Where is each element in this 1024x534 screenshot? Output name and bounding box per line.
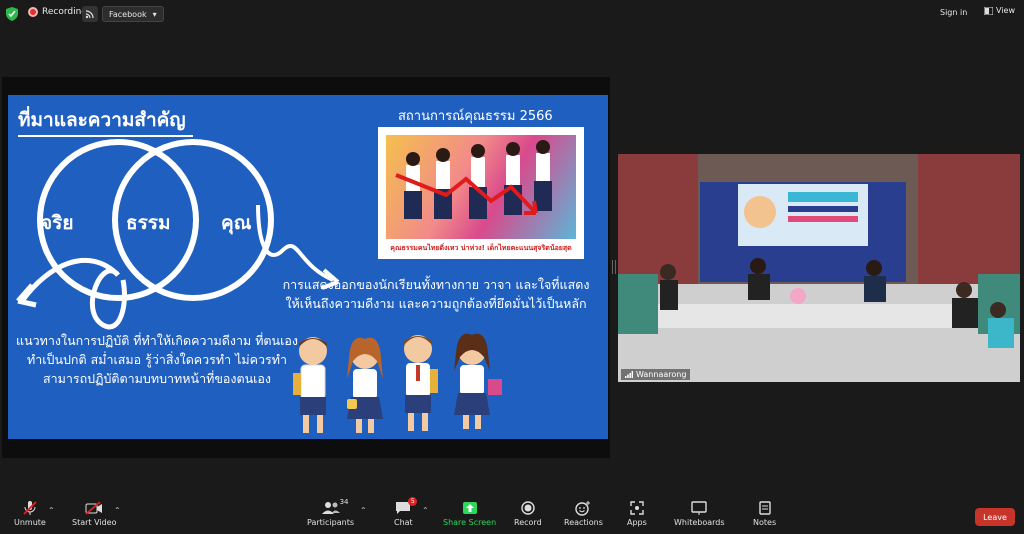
view-menu-button[interactable]: View: [984, 6, 1015, 15]
students-illustration: [293, 333, 502, 433]
top-bar: Recording Facebook ▾ Sign in View: [0, 0, 1024, 28]
chat-badge: 5: [408, 497, 418, 506]
record-dot-icon: [28, 7, 38, 17]
participants-icon: [321, 502, 340, 514]
sign-in-link[interactable]: Sign in: [940, 8, 967, 17]
broadcast-icon: [85, 10, 94, 19]
stream-target-dropdown[interactable]: Facebook ▾: [102, 6, 164, 22]
news-photo: [386, 135, 576, 239]
description-right: การแสดงออกของนักเรียนทั้งทางกาย วาจา และ…: [282, 277, 590, 311]
chat-label: Chat: [394, 518, 413, 527]
news-caption: คุณธรรมคนไทยดิ่งเหว น่าห่วง! เด็กไทยคะแน…: [390, 244, 572, 252]
participant-name-tag: Wannaarong: [621, 369, 691, 380]
whiteboards-button[interactable]: Whiteboards: [674, 500, 725, 527]
leave-button[interactable]: Leave: [975, 508, 1015, 526]
participants-button[interactable]: 34 Participants: [307, 498, 354, 527]
audio-options-caret-icon[interactable]: ⌃: [48, 506, 55, 515]
panel-resize-handle[interactable]: [612, 260, 616, 274]
muted-mic-icon: [23, 501, 37, 515]
whiteboard-icon: [691, 501, 707, 515]
share-screen-button[interactable]: Share Screen: [443, 500, 496, 527]
view-grid-icon: [984, 6, 993, 15]
caret-down-icon: ▾: [152, 9, 157, 19]
reactions-button[interactable]: Reactions: [564, 500, 603, 527]
shield-icon[interactable]: [6, 7, 18, 21]
news-card: คุณธรรมคนไทยดิ่งเหว น่าห่วง! เด็กไทยคะแน…: [378, 127, 584, 259]
view-label: View: [996, 6, 1015, 15]
apps-icon: [630, 501, 644, 515]
stream-target-label: Facebook: [109, 9, 147, 19]
shared-screen: ที่มาและความสำคัญ จริย ธรรม คุณ สถานการณ…: [2, 77, 610, 458]
record-icon: [521, 501, 535, 515]
start-video-label: Start Video: [72, 518, 117, 527]
unmute-label: Unmute: [14, 518, 46, 527]
video-options-caret-icon[interactable]: ⌃: [114, 506, 121, 515]
participants-caret-icon[interactable]: ⌃: [360, 506, 367, 515]
participants-count: 34: [339, 498, 349, 506]
chat-button[interactable]: 5 Chat: [394, 497, 418, 527]
record-label: Record: [514, 518, 542, 527]
venn-label-center: ธรรม: [126, 212, 171, 234]
notes-label: Notes: [753, 518, 777, 527]
arrow-left-curve: [19, 257, 127, 330]
live-stream-button[interactable]: [82, 6, 98, 22]
participant-video-tile[interactable]: Wannaarong: [618, 154, 1020, 382]
share-screen-icon: [462, 502, 477, 514]
reactions-smiley-icon: [575, 501, 591, 516]
reactions-label: Reactions: [564, 518, 603, 527]
unmute-button[interactable]: Unmute: [14, 500, 46, 527]
venn-label-left: จริย: [41, 212, 74, 234]
meeting-toolbar: Unmute ⌃ Start Video ⌃ 34 Participants ⌃…: [0, 496, 1024, 534]
start-video-button[interactable]: Start Video: [72, 500, 117, 527]
participant-name: Wannaarong: [636, 370, 687, 379]
participants-label: Participants: [307, 518, 354, 527]
share-screen-label: Share Screen: [443, 518, 497, 527]
notes-button[interactable]: Notes: [753, 500, 776, 527]
presentation-slide: ที่มาและความสำคัญ จริย ธรรม คุณ สถานการณ…: [8, 95, 608, 439]
venn-label-right: คุณ: [221, 212, 252, 234]
recording-label: Recording: [42, 7, 88, 17]
news-title: สถานการณ์คุณธรรม 2566: [398, 109, 553, 124]
record-button[interactable]: Record: [514, 500, 542, 527]
students-photo-image: [395, 140, 552, 219]
signal-bars-icon: [625, 371, 633, 378]
description-left: แนวทางในการปฏิบัติ ที่ทำให้เกิดความดีงาม…: [16, 333, 298, 386]
apps-label: Apps: [627, 518, 647, 527]
meeting-room-video: [618, 154, 1020, 382]
whiteboards-label: Whiteboards: [674, 518, 725, 527]
chat-caret-icon[interactable]: ⌃: [422, 506, 429, 515]
notes-icon: [758, 501, 771, 515]
zoom-meeting-window: Recording Facebook ▾ Sign in View ที่มาแ…: [0, 0, 1024, 534]
recording-indicator[interactable]: Recording: [28, 7, 87, 17]
apps-button[interactable]: Apps: [627, 500, 647, 527]
video-off-icon: [85, 501, 103, 515]
